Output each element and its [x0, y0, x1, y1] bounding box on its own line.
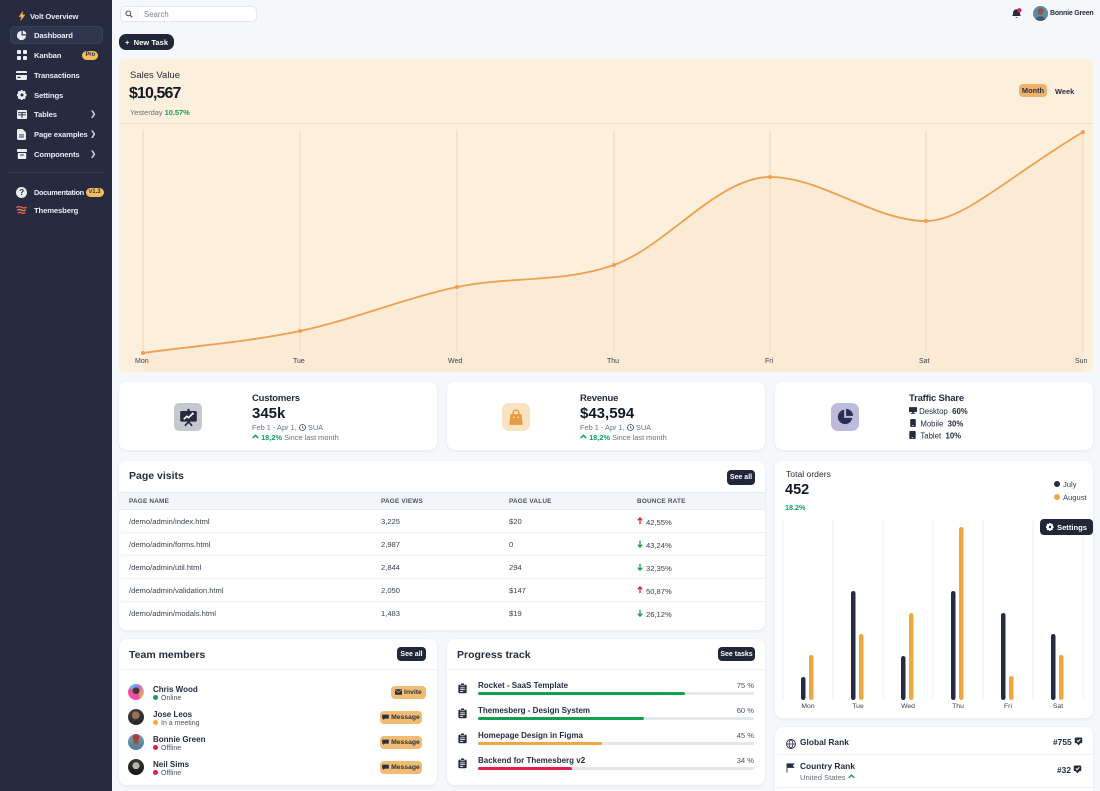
svg-text:Wed: Wed: [901, 703, 915, 710]
svg-text:Mon: Mon: [801, 703, 814, 710]
svg-text:Thu: Thu: [952, 703, 964, 710]
svg-text:Sat: Sat: [1053, 703, 1063, 710]
svg-text:?: ?: [19, 188, 24, 197]
svg-text:Fri: Fri: [1004, 703, 1012, 710]
svg-text:Tue: Tue: [852, 703, 864, 710]
